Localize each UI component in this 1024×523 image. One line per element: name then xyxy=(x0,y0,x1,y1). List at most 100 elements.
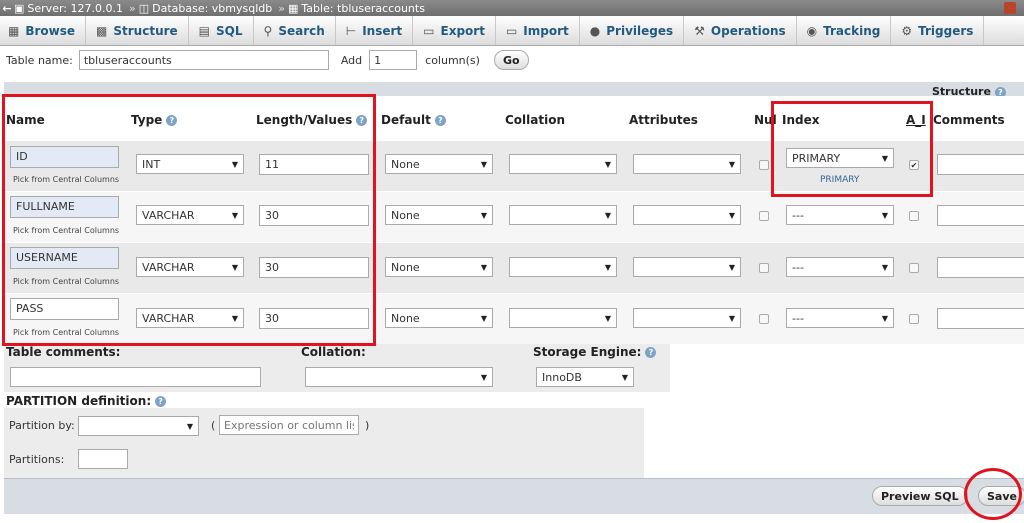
table-name-row: Table name: Add column(s) Go xyxy=(0,48,1024,72)
tab-triggers[interactable]: ⚙ Triggers xyxy=(891,16,985,45)
tab-import[interactable]: ▭ Import xyxy=(496,16,580,45)
go-button[interactable]: Go xyxy=(493,50,529,70)
collation-select[interactable]: ▼ xyxy=(509,257,617,277)
chevron-down-icon: ▼ xyxy=(604,313,611,323)
help-icon[interactable]: ? xyxy=(645,347,657,358)
insert-icon: ⊢ xyxy=(345,23,357,38)
table-name-input[interactable] xyxy=(78,50,329,70)
null-checkbox[interactable] xyxy=(759,211,769,221)
help-icon[interactable]: ? xyxy=(155,396,167,407)
comments-input[interactable] xyxy=(937,205,1024,226)
default-select[interactable]: None ▼ xyxy=(385,205,493,225)
highlight-box xyxy=(2,94,376,346)
paren-open: ( xyxy=(211,419,216,432)
chevron-down-icon: ▼ xyxy=(728,159,735,169)
preview-sql-button[interactable]: Preview SQL xyxy=(872,486,968,506)
partitions-input[interactable] xyxy=(78,449,128,469)
tab-tracking[interactable]: ◉ Tracking xyxy=(797,16,892,45)
add-columns-input[interactable] xyxy=(369,50,418,70)
breadcrumb-table[interactable]: ▦ Table: tbluseraccounts xyxy=(288,2,425,15)
chevron-down-icon: ▼ xyxy=(728,210,735,220)
comments-input[interactable] xyxy=(937,154,1024,175)
breadcrumb-server[interactable]: ▣ Server: 127.0.0.1 xyxy=(14,2,123,15)
database-icon: ◫ xyxy=(138,1,150,15)
table-icon: ▦ xyxy=(287,1,299,15)
index-select[interactable]: --- ▼ xyxy=(786,308,894,328)
highlight-circle xyxy=(964,468,1022,520)
ai-checkbox[interactable] xyxy=(909,211,919,221)
index-select[interactable]: --- ▼ xyxy=(786,205,894,225)
chevron-down-icon: ▼ xyxy=(881,313,888,323)
tab-privileges[interactable]: ● Privileges xyxy=(580,16,685,45)
columns-label: column(s) xyxy=(425,53,480,67)
chevron-down-icon: ▼ xyxy=(480,372,487,382)
action-bar xyxy=(4,478,1024,514)
import-icon: ▭ xyxy=(505,23,518,38)
header-collation: Collation xyxy=(505,113,566,127)
tab-structure[interactable]: ▩ Structure xyxy=(86,16,189,45)
chevron-down-icon: ▼ xyxy=(480,313,487,323)
header-attributes: Attributes xyxy=(629,113,698,127)
chevron-down-icon: ▼ xyxy=(728,262,735,272)
tab-browse[interactable]: ▦ Browse xyxy=(0,16,87,45)
storage-engine-label: Storage Engine:? xyxy=(533,345,657,359)
tab-sql[interactable]: ▤ SQL xyxy=(189,16,254,45)
breadcrumb-separator: » xyxy=(278,1,285,15)
chevron-down-icon: ▼ xyxy=(480,262,487,272)
partition-expression-input[interactable] xyxy=(219,415,359,435)
search-icon: ⚲ xyxy=(263,23,273,38)
default-select[interactable]: None ▼ xyxy=(385,154,493,174)
null-checkbox[interactable] xyxy=(759,160,769,170)
storage-engine-select[interactable]: InnoDB ▼ xyxy=(536,367,634,387)
tab-operations[interactable]: ⚒ Operations xyxy=(684,16,797,45)
back-arrow-icon[interactable]: ← xyxy=(0,2,14,15)
structure-icon: ▩ xyxy=(96,23,108,38)
breadcrumb: ← ▣ Server: 127.0.0.1 » ◫ Database: vbmy… xyxy=(0,0,1024,16)
header-comments: Comments xyxy=(933,113,1005,127)
settings-icon[interactable] xyxy=(1004,2,1016,14)
tab-export[interactable]: ▭ Export xyxy=(413,16,496,45)
sql-icon: ▤ xyxy=(198,23,211,38)
chevron-down-icon: ▼ xyxy=(881,210,888,220)
privileges-icon: ● xyxy=(589,23,601,38)
highlight-box xyxy=(771,101,933,197)
add-label: Add xyxy=(340,53,363,67)
partition-definition-label: PARTITION definition:? xyxy=(6,394,167,408)
chevron-down-icon: ▼ xyxy=(186,421,193,431)
ai-checkbox[interactable] xyxy=(909,263,919,273)
chevron-down-icon: ▼ xyxy=(604,159,611,169)
comments-input[interactable] xyxy=(937,257,1024,278)
attributes-select[interactable]: ▼ xyxy=(633,308,741,328)
collation-select[interactable]: ▼ xyxy=(509,154,617,174)
paren-close: ) xyxy=(365,419,370,432)
tab-insert[interactable]: ⊢ Insert xyxy=(336,16,414,45)
table-name-label: Table name: xyxy=(6,53,73,67)
chevron-down-icon: ▼ xyxy=(621,372,628,382)
partition-by-select[interactable]: ▼ xyxy=(78,416,199,436)
breadcrumb-database[interactable]: ◫ Database: vbmysqldb xyxy=(139,2,273,15)
table-collation-select[interactable]: ▼ xyxy=(305,367,493,387)
collation-label: Collation: xyxy=(301,345,366,359)
help-icon[interactable]: ? xyxy=(434,115,446,126)
chevron-down-icon: ▼ xyxy=(604,262,611,272)
chevron-down-icon: ▼ xyxy=(881,262,888,272)
collation-select[interactable]: ▼ xyxy=(509,308,617,328)
default-select[interactable]: None ▼ xyxy=(385,257,493,277)
collation-select[interactable]: ▼ xyxy=(509,205,617,225)
chevron-down-icon: ▼ xyxy=(728,313,735,323)
table-comments-input[interactable] xyxy=(10,367,261,387)
index-select[interactable]: --- ▼ xyxy=(786,257,894,277)
null-checkbox[interactable] xyxy=(759,263,769,273)
comments-input[interactable] xyxy=(937,308,1024,329)
null-checkbox[interactable] xyxy=(759,314,769,324)
ai-checkbox[interactable] xyxy=(909,314,919,324)
tab-search[interactable]: ⚲ Search xyxy=(254,16,336,45)
header-default: Default? xyxy=(381,113,446,127)
partition-by-label: Partition by: xyxy=(9,419,75,432)
table-comments-label: Table comments: xyxy=(6,345,121,359)
attributes-select[interactable]: ▼ xyxy=(633,257,741,277)
default-select[interactable]: None ▼ xyxy=(385,308,493,328)
wrench-icon: ⚒ xyxy=(694,23,705,38)
attributes-select[interactable]: ▼ xyxy=(633,154,741,174)
attributes-select[interactable]: ▼ xyxy=(633,205,741,225)
